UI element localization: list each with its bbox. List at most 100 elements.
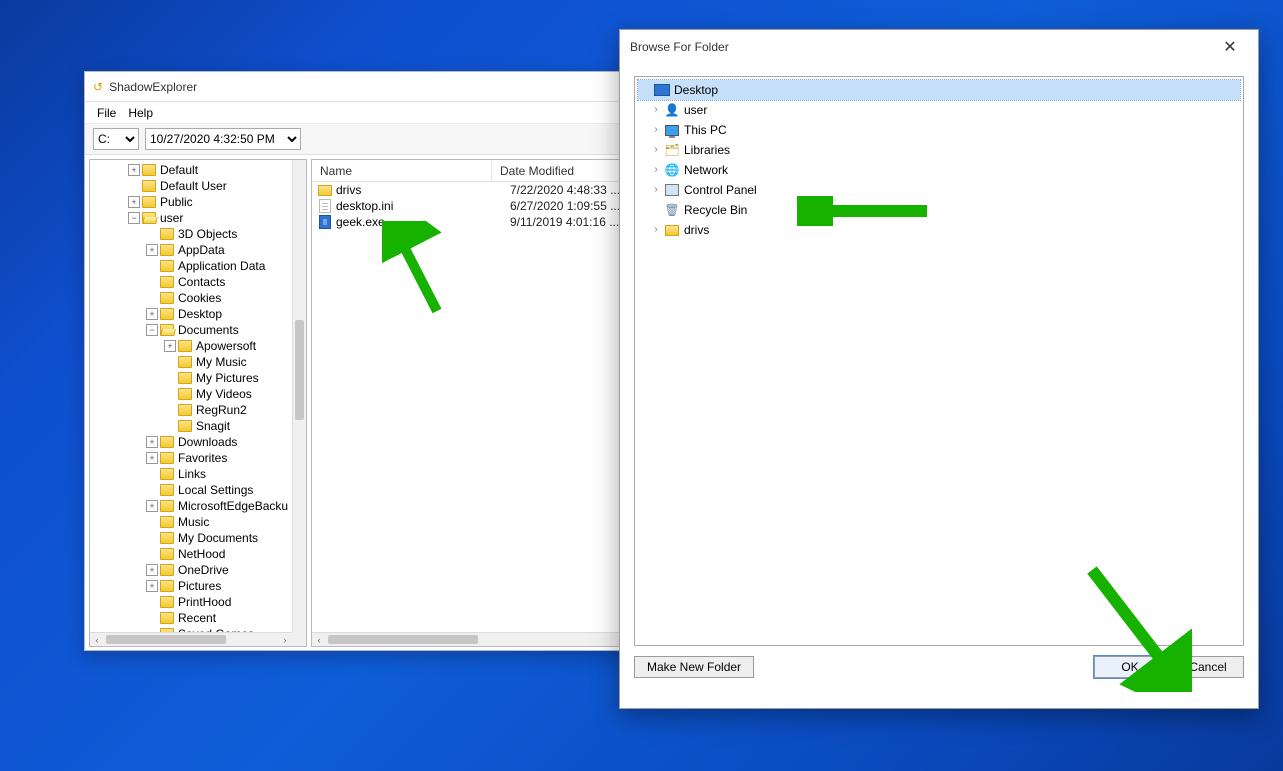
tree-label: Local Settings	[178, 482, 253, 498]
dialog-folder-tree[interactable]: Desktop›👤user›This PC›🗂Libraries›🌐Networ…	[634, 76, 1244, 646]
folder-icon	[142, 196, 156, 208]
chevron-icon[interactable]: ›	[650, 100, 662, 120]
tree-node[interactable]: +OneDrive	[146, 562, 292, 578]
tree-label: user	[160, 210, 183, 226]
dialog-tree-item[interactable]: ›👤user	[638, 100, 1240, 120]
dialog-tree-label: This PC	[684, 120, 727, 140]
folder-icon	[160, 308, 174, 320]
close-icon[interactable]: ✕	[1210, 37, 1250, 57]
folder-icon	[160, 484, 174, 496]
tree-label: Contacts	[178, 274, 225, 290]
folder-icon	[160, 564, 174, 576]
chevron-icon[interactable]: ›	[650, 220, 662, 240]
file-name: drivs	[336, 183, 510, 197]
exe-file-icon	[319, 215, 331, 229]
tree-node[interactable]: My Documents	[146, 530, 292, 546]
tree-node[interactable]: +Pictures	[146, 578, 292, 594]
tree-node[interactable]: Music	[146, 514, 292, 530]
user-icon: 👤	[664, 102, 680, 118]
dialog-tree-item[interactable]: Desktop	[638, 80, 1240, 100]
tree-node[interactable]: +Desktop	[146, 306, 292, 322]
dialog-tree-label: user	[684, 100, 707, 120]
tree-node[interactable]: +Downloads	[146, 434, 292, 450]
tree-node[interactable]: Local Settings	[146, 482, 292, 498]
chevron-icon[interactable]: ›	[650, 180, 662, 200]
make-new-folder-button[interactable]: Make New Folder	[634, 656, 754, 678]
ok-button[interactable]: OK	[1094, 656, 1166, 678]
tree-node[interactable]: 3D Objects	[146, 226, 292, 242]
tree-twisty-icon[interactable]: +	[146, 308, 158, 320]
tree-twisty-icon[interactable]: +	[128, 196, 140, 208]
folder-icon	[142, 180, 156, 192]
tree-twisty-icon[interactable]: +	[146, 452, 158, 464]
tree-twisty-icon[interactable]: +	[164, 340, 176, 352]
tree-node[interactable]: Links	[146, 466, 292, 482]
tree-node[interactable]: Cookies	[146, 290, 292, 306]
tree-node[interactable]: Recent	[146, 610, 292, 626]
tree-node[interactable]: + Apowersoft	[164, 338, 292, 354]
folder-icon	[160, 500, 174, 512]
tree-node[interactable]: Contacts	[146, 274, 292, 290]
tree-node[interactable]: − user	[128, 210, 292, 226]
tree-label: AppData	[178, 242, 225, 258]
tree-node[interactable]: PrintHood	[146, 594, 292, 610]
recycle-bin-icon: 🗑	[664, 202, 680, 218]
folder-icon	[160, 516, 174, 528]
dialog-tree-label: Network	[684, 160, 728, 180]
dialog-tree-label: Control Panel	[684, 180, 757, 200]
tree-label: Apowersoft	[196, 338, 256, 354]
folder-icon	[142, 212, 156, 224]
folder-icon	[178, 388, 192, 400]
menu-help[interactable]: Help	[128, 106, 153, 120]
snapshot-select[interactable]: 10/27/2020 4:32:50 PM	[145, 128, 301, 150]
tree-node[interactable]: +Favorites	[146, 450, 292, 466]
tree-twisty-icon[interactable]: +	[146, 244, 158, 256]
dialog-tree-item[interactable]: ›🌐Network	[638, 160, 1240, 180]
tree-node[interactable]: Application Data	[146, 258, 292, 274]
col-name[interactable]: Name	[312, 160, 492, 181]
folder-icon	[160, 612, 174, 624]
tree-label: Snagit	[196, 418, 230, 434]
tree-node[interactable]: −Documents	[146, 322, 292, 338]
tree-twisty-icon[interactable]: −	[128, 212, 140, 224]
tree-node[interactable]: My Videos	[164, 386, 292, 402]
tree-twisty-icon[interactable]: +	[146, 564, 158, 576]
tree-vscrollbar[interactable]	[292, 160, 306, 632]
tree-twisty-icon[interactable]: +	[128, 164, 140, 176]
chevron-icon[interactable]: ›	[650, 160, 662, 180]
tree-node[interactable]: + AppData	[146, 242, 292, 258]
dialog-body: Desktop›👤user›This PC›🗂Libraries›🌐Networ…	[620, 64, 1258, 688]
chevron-icon[interactable]: ›	[650, 120, 662, 140]
tree-node[interactable]: +MicrosoftEdgeBacku	[146, 498, 292, 514]
file-name: geek.exe	[336, 215, 510, 229]
tree-node[interactable]: Snagit	[164, 418, 292, 434]
tree-twisty-icon[interactable]: +	[146, 500, 158, 512]
tree-label: 3D Objects	[178, 226, 237, 242]
tree-node[interactable]: RegRun2	[164, 402, 292, 418]
tree-node[interactable]: +Default	[128, 162, 292, 178]
dialog-titlebar[interactable]: Browse For Folder ✕	[620, 30, 1258, 64]
tree-label: Public	[160, 194, 193, 210]
tree-node[interactable]: My Music	[164, 354, 292, 370]
folder-icon	[178, 420, 192, 432]
chevron-icon[interactable]: ›	[650, 140, 662, 160]
tree-twisty-icon[interactable]: +	[146, 436, 158, 448]
tree-hscrollbar[interactable]: ‹ ›	[90, 632, 292, 646]
folder-tree-pane: +DefaultDefault User + Public − user 3D Obje…	[89, 159, 307, 647]
tree-node[interactable]: NetHood	[146, 546, 292, 562]
cancel-button[interactable]: Cancel	[1172, 656, 1244, 678]
tree-node[interactable]: + Public	[128, 194, 292, 210]
dialog-tree-item[interactable]: › This PC	[638, 120, 1240, 140]
drive-select[interactable]: C:	[93, 128, 139, 150]
folder-tree[interactable]: +DefaultDefault User + Public − user 3D Obje…	[90, 160, 292, 632]
dialog-tree-item[interactable]: 🗑Recycle Bin	[638, 200, 1240, 220]
tree-twisty-icon[interactable]: −	[146, 324, 158, 336]
tree-twisty-icon[interactable]: +	[146, 580, 158, 592]
dialog-tree-item[interactable]: ›🗂Libraries	[638, 140, 1240, 160]
tree-node[interactable]: My Pictures	[164, 370, 292, 386]
dialog-tree-item[interactable]: ›drivs	[638, 220, 1240, 240]
file-date: 9/11/2019 4:01:16 ...	[510, 215, 619, 229]
tree-node[interactable]: Default User	[128, 178, 292, 194]
dialog-tree-item[interactable]: › Control Panel	[638, 180, 1240, 200]
menu-file[interactable]: File	[97, 106, 116, 120]
